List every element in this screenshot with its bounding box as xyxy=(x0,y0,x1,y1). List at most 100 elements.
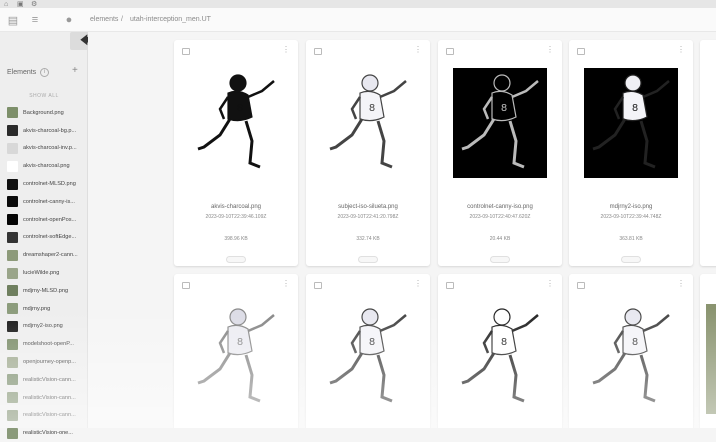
file-label: Background.png xyxy=(23,109,64,116)
card-date: 2023-09-10T22:39:46.109Z xyxy=(205,214,267,220)
element-card[interactable]: ⋮ 8 xyxy=(438,274,562,428)
card-image[interactable]: 8 xyxy=(321,302,415,412)
partial-card-image xyxy=(706,304,716,414)
settings-icon[interactable]: ⚙ xyxy=(31,1,37,8)
file-label: controlnet-MLSD.png xyxy=(23,181,76,188)
file-list-item[interactable]: modelshoot-openP... xyxy=(0,335,88,353)
file-label: realisticVision-cann... xyxy=(23,376,76,383)
file-list-item[interactable]: controlnet-openPos... xyxy=(0,211,88,229)
file-label: openjourney-openp... xyxy=(23,359,76,366)
info-icon[interactable]: i xyxy=(40,68,50,77)
card-date: 2023-09-10T22:39:44.748Z xyxy=(600,214,662,220)
image-icon xyxy=(446,282,454,289)
file-list-item[interactable]: akvis-charcoal-inv.p... xyxy=(0,140,88,158)
file-list: Background.png akvis-charcoal-bg.p... akvi… xyxy=(0,104,88,442)
file-list-item[interactable]: dreamshaper2-cann... xyxy=(0,246,88,264)
file-list-item[interactable]: controlnet-softEdge... xyxy=(0,229,88,247)
file-list-item[interactable]: mdjrny-MLSD.png xyxy=(0,282,88,300)
file-thumbnail xyxy=(7,320,18,332)
file-list-item[interactable]: realisticVision-cann... xyxy=(0,407,88,425)
element-card[interactable]: ⋮ 8 controlnet-canny-iso.png 2023-09-10T22:… xyxy=(438,40,562,266)
menu-icon[interactable]: ≡ xyxy=(28,13,42,27)
element-card[interactable]: ⋮ 8 xyxy=(306,274,430,428)
window-icon[interactable]: ▣ xyxy=(17,1,24,8)
player-figure: 8 xyxy=(461,308,539,403)
more-vert-icon[interactable]: ⋮ xyxy=(677,46,685,54)
image-icon xyxy=(182,282,190,289)
image-icon xyxy=(314,48,322,55)
more-vert-icon[interactable]: ⋮ xyxy=(546,46,554,54)
element-grid: ⋮ 8 akvis-charcoal.png 2023-09-10T22:39:46.… xyxy=(88,32,716,428)
file-label: mdjrny.png xyxy=(23,305,51,312)
file-thumbnail xyxy=(7,196,18,208)
card-image[interactable]: 8 xyxy=(453,68,547,178)
image-icon xyxy=(182,48,190,55)
card-action-pill[interactable] xyxy=(621,256,641,263)
sidebar-title: Elements xyxy=(7,69,37,76)
file-list-item[interactable]: openjourney-openp... xyxy=(0,353,88,371)
file-list-item[interactable]: realisticVision-one... xyxy=(0,424,88,442)
file-list-item[interactable]: akvis-charcoal.png xyxy=(0,157,88,175)
more-vert-icon[interactable]: ⋮ xyxy=(414,280,422,288)
element-card[interactable]: ⋮ 8 subject-iso-silueta.png 2023-09-10T22:4… xyxy=(306,40,430,266)
file-label: controlnet-openPos... xyxy=(23,216,77,223)
file-list-item[interactable]: realisticVision-cann... xyxy=(0,371,88,389)
file-thumbnail xyxy=(7,374,18,386)
file-thumbnail xyxy=(7,249,18,261)
card-filename: subject-iso-silueta.png xyxy=(338,204,398,210)
file-thumbnail xyxy=(7,125,18,137)
file-thumbnail xyxy=(7,231,18,243)
image-icon xyxy=(577,48,585,55)
show-all-link[interactable]: SHOW ALL xyxy=(0,93,88,99)
more-vert-icon[interactable]: ⋮ xyxy=(546,280,554,288)
element-card-partial[interactable] xyxy=(700,274,716,428)
file-list-item[interactable]: controlnet-MLSD.png xyxy=(0,175,88,193)
more-vert-icon[interactable]: ⋮ xyxy=(414,46,422,54)
player-figure: 8 xyxy=(592,308,670,403)
element-card[interactable]: ⋮ 8 mdjrny2-iso.png 2023-09-10T22:39:44.748… xyxy=(569,40,693,266)
element-card[interactable]: ⋮ 8 xyxy=(174,274,298,428)
file-label: realisticVision-cann... xyxy=(23,412,76,419)
file-list-item[interactable]: controlnet-canny-is... xyxy=(0,193,88,211)
more-vert-icon[interactable]: ⋮ xyxy=(282,46,290,54)
file-list-item[interactable]: lucieWilde.png xyxy=(0,264,88,282)
breadcrumb-current[interactable]: utah-interception_men.UT xyxy=(130,15,211,25)
window-titlebar: ⌂ ▣ ⚙ xyxy=(0,0,716,8)
breadcrumb-separator: / xyxy=(121,16,123,23)
file-list-item[interactable]: mdjrny2-iso.png xyxy=(0,318,88,336)
element-card-partial[interactable] xyxy=(700,40,716,266)
card-action-pill[interactable] xyxy=(490,256,510,263)
element-card[interactable]: ⋮ 8 akvis-charcoal.png 2023-09-10T22:39:46.… xyxy=(174,40,298,266)
file-thumbnail xyxy=(7,267,18,279)
panel-toggle-icon[interactable]: ▤ xyxy=(6,13,20,27)
more-vert-icon[interactable]: ⋮ xyxy=(282,280,290,288)
file-thumbnail xyxy=(7,142,18,154)
file-thumbnail xyxy=(7,214,18,226)
more-vert-icon[interactable]: ⋮ xyxy=(677,280,685,288)
plus-icon[interactable]: + xyxy=(72,65,78,76)
file-list-item[interactable]: akvis-charcoal-bg.p... xyxy=(0,122,88,140)
card-image[interactable]: 8 xyxy=(321,68,415,178)
sidebar-header: Elements i xyxy=(7,68,50,77)
card-image[interactable]: 8 xyxy=(584,302,678,412)
player-figure: 8 xyxy=(197,308,275,403)
card-date: 2023-09-10T22:41:20.798Z xyxy=(337,214,399,220)
card-image[interactable]: 8 xyxy=(189,302,283,412)
card-image[interactable]: 8 xyxy=(453,302,547,412)
home-icon[interactable]: ⌂ xyxy=(4,1,8,8)
image-icon xyxy=(577,282,585,289)
element-card[interactable]: ⋮ 8 xyxy=(569,274,693,428)
file-list-item[interactable]: realisticVision-cann... xyxy=(0,389,88,407)
breadcrumb-root[interactable]: elements xyxy=(90,15,118,25)
card-action-pill[interactable] xyxy=(358,256,378,263)
file-thumbnail xyxy=(7,427,18,439)
card-image[interactable]: 8 xyxy=(584,68,678,178)
player-figure: 8 xyxy=(461,74,539,169)
svg-text:8: 8 xyxy=(237,103,243,114)
card-action-pill[interactable] xyxy=(226,256,246,263)
card-image[interactable]: 8 xyxy=(189,68,283,178)
app-logo-icon[interactable]: ● xyxy=(62,13,76,27)
file-list-item[interactable]: Background.png xyxy=(0,104,88,122)
file-list-item[interactable]: mdjrny.png xyxy=(0,300,88,318)
svg-text:8: 8 xyxy=(501,103,507,114)
